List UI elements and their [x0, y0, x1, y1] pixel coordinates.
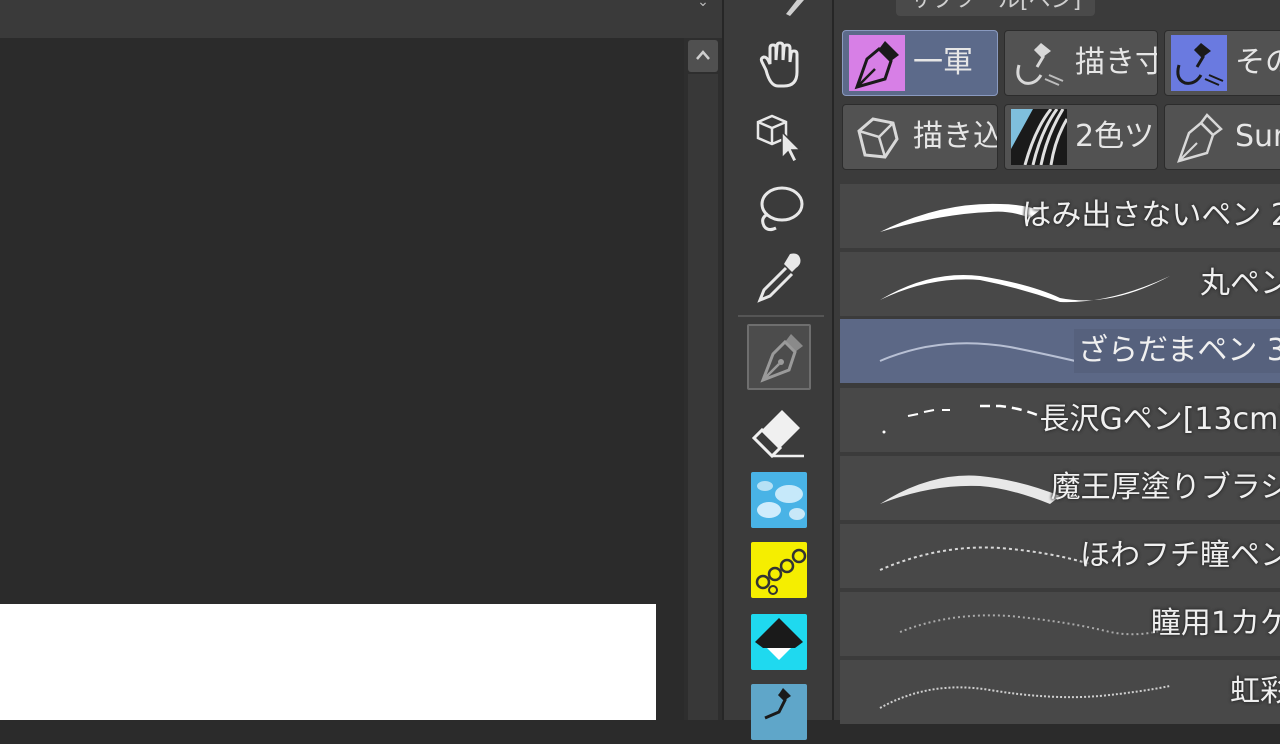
group-ichigun[interactable]: 一軍 [842, 30, 998, 96]
brush-stroke-preview [880, 275, 1170, 303]
eyedropper-icon [757, 253, 801, 303]
group-2shoku[interactable]: 2色ツ [1004, 104, 1158, 170]
brush-stroke-icon [1011, 35, 1067, 91]
pencil-top-icon[interactable] [746, 0, 810, 16]
group-label: Sun [1235, 119, 1280, 154]
tool-pen[interactable] [747, 324, 811, 390]
brush-stroke-preview [879, 685, 1171, 709]
brush-item[interactable]: 長沢Gペン[13cm] [840, 388, 1280, 452]
canvas-top-strip: ⌄ [0, 0, 722, 38]
subtool-panel-title: サブツール[ペン] [896, 0, 1096, 16]
hand-icon [759, 41, 799, 88]
vertical-scrollbar[interactable] [684, 38, 722, 720]
tool-lasso[interactable] [746, 176, 810, 236]
tool-decoration[interactable] [751, 542, 807, 598]
group-label: その他 [1235, 45, 1280, 80]
canvas-paper[interactable] [0, 604, 656, 720]
chevron-down-icon[interactable]: ⌄ [694, 0, 712, 10]
pen-nib-icon [849, 35, 905, 91]
group-sonota[interactable]: その他 [1164, 30, 1280, 96]
eraser-icon [752, 410, 804, 459]
brush-name: はみ出さないペン 2 [1021, 198, 1280, 233]
brush-name: 瞳用1カケ [1150, 606, 1280, 641]
brush-item[interactable]: 虹彩 [840, 660, 1280, 724]
brush-name: 丸ペン [1200, 266, 1280, 301]
tool-cloud-brush[interactable] [751, 472, 807, 528]
scroll-track[interactable] [688, 74, 718, 720]
tool-fill[interactable] [751, 614, 807, 670]
pen-lines-icon [1171, 35, 1227, 91]
brush-item-selected[interactable]: ざらだまペン 3 [840, 319, 1280, 383]
lasso-icon [760, 186, 804, 232]
group-label: 描き寸 [1075, 45, 1158, 80]
subtool-header: サブツール[ペン] [834, 0, 1280, 24]
group-kakisun[interactable]: 描き寸 [1004, 30, 1158, 96]
eraser-block-icon [849, 109, 905, 165]
tool-palette [722, 0, 834, 740]
brush-name: ほわフチ瞳ペン [1080, 538, 1280, 573]
brush-item[interactable]: 丸ペン [840, 252, 1280, 316]
group-label: 2色ツ [1075, 119, 1155, 154]
chevron-up-icon [696, 50, 710, 60]
brush-item[interactable]: 瞳用1カケ [840, 592, 1280, 656]
decoration-chain-icon [755, 548, 807, 595]
group-label: 一軍 [913, 45, 973, 80]
brush-name: ざらだまペン 3 [1073, 329, 1280, 373]
fill-bucket-icon [755, 618, 803, 660]
group-sun[interactable]: Sun [1164, 104, 1280, 170]
brush-item[interactable]: 魔王厚塗りブラシ [840, 456, 1280, 520]
tool-eraser[interactable] [746, 400, 810, 460]
brush-name: 魔王厚塗りブラシ [1050, 470, 1280, 505]
tool-divider [738, 315, 824, 317]
texture-icon [1011, 108, 1069, 166]
pen-nib-icon [760, 334, 803, 383]
pen-tool-blue-icon [764, 688, 791, 720]
pen-nib-outline-icon [1171, 109, 1227, 165]
tool-eyedropper[interactable] [746, 244, 810, 304]
brush-name: 虹彩 [1230, 674, 1280, 709]
subtool-panel: サブツール[ペン] 一軍 描き寸 そ 描き込 2色ツ Su はみ出さないペン 2… [834, 0, 1280, 724]
scroll-up-button[interactable] [688, 40, 718, 72]
tool-hand[interactable] [746, 36, 810, 96]
tool-object-select[interactable] [746, 104, 810, 164]
cloud-brush-icon [757, 481, 805, 520]
brush-item[interactable]: はみ出さないペン 2 [840, 184, 1280, 248]
tool-pen-blue[interactable] [751, 684, 807, 740]
group-kakikomi[interactable]: 描き込 [842, 104, 998, 170]
brush-name: 長沢Gペン[13cm] [1039, 402, 1280, 437]
brush-item[interactable]: ほわフチ瞳ペン [840, 524, 1280, 588]
group-label: 描き込 [913, 119, 998, 154]
object-select-icon [756, 114, 802, 164]
